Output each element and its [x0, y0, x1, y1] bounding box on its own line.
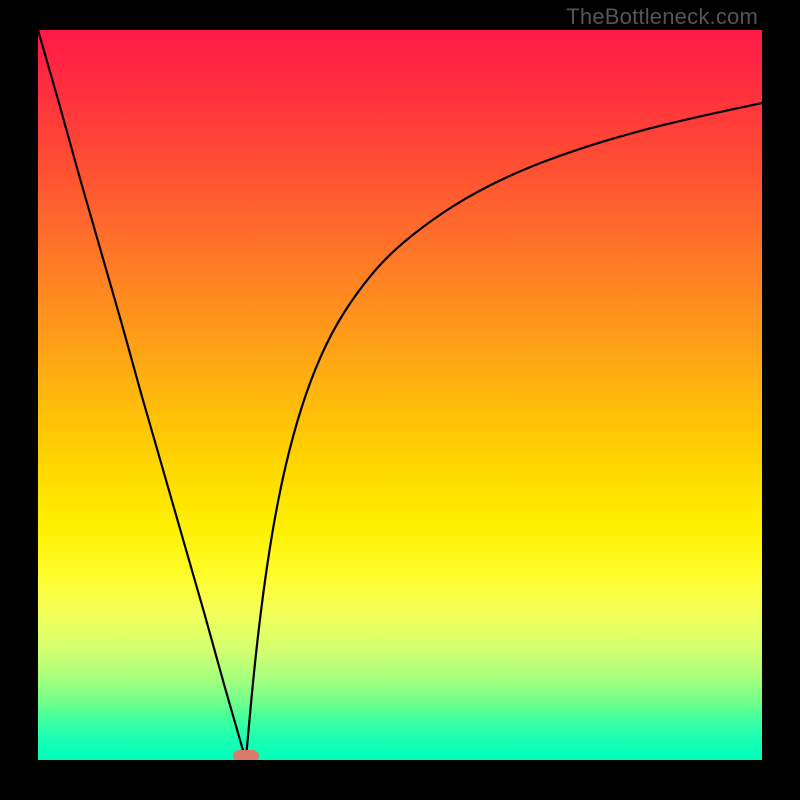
minimum-marker [233, 750, 259, 760]
watermark-text: TheBottleneck.com [566, 4, 758, 30]
curve-left-branch [38, 30, 246, 760]
plot-area [38, 30, 762, 760]
curve-svg [38, 30, 762, 760]
chart-frame: TheBottleneck.com [0, 0, 800, 800]
curve-right-branch [246, 103, 762, 760]
